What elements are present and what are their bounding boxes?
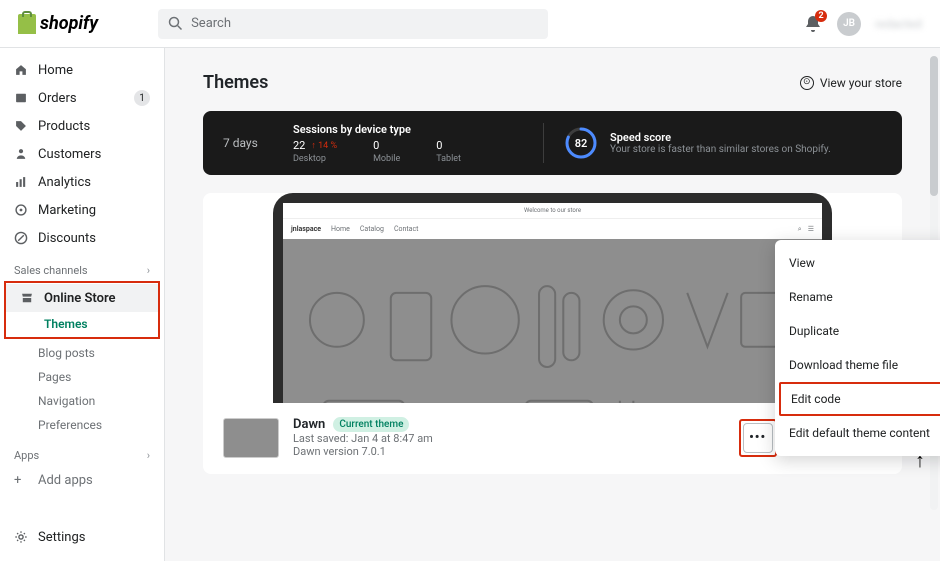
chevron-right-icon: ›: [147, 264, 150, 277]
dropdown-edit-content[interactable]: Edit default theme content: [775, 416, 940, 450]
dropdown-edit-code[interactable]: Edit code: [779, 382, 940, 416]
sidebar-item-home[interactable]: Home: [0, 56, 164, 84]
annotation-online-store: Online Store Themes: [4, 281, 160, 339]
search-placeholder: Search: [191, 16, 231, 31]
current-theme-badge: Current theme: [333, 417, 409, 432]
sidebar-subitem-preferences[interactable]: Preferences: [0, 413, 164, 437]
theme-actions-dropdown: View Rename Duplicate Download theme fil…: [775, 240, 940, 456]
more-actions-button[interactable]: •••: [743, 423, 773, 453]
sidebar-item-customers[interactable]: Customers: [0, 140, 164, 168]
search-input[interactable]: Search: [158, 9, 548, 39]
brand-name: shopify: [40, 13, 98, 34]
device-desktop: 22↑ 14 %Desktop: [293, 139, 337, 164]
sidebar-subitem-pages[interactable]: Pages: [0, 365, 164, 389]
sidebar-subitem-blog[interactable]: Blog posts: [0, 341, 164, 365]
annotation-more-button: •••: [739, 419, 777, 457]
notifications-bell[interactable]: 2: [803, 14, 823, 34]
stats-card: 7 days Sessions by device type 22↑ 14 %D…: [203, 111, 902, 175]
home-icon: [14, 63, 28, 77]
gear-icon: [14, 530, 28, 544]
sidebar-item-products[interactable]: Products: [0, 112, 164, 140]
view-store-link[interactable]: ⊙View your store: [800, 76, 902, 90]
search-icon: [168, 16, 183, 31]
sidebar-item-analytics[interactable]: Analytics: [0, 168, 164, 196]
speed-score-value: 82: [564, 126, 598, 160]
user-name: redacted: [875, 17, 922, 31]
store-icon: [20, 291, 34, 305]
sidebar-item-discounts[interactable]: Discounts: [0, 224, 164, 252]
sidebar: Home Orders1 Products Customers Analytic…: [0, 48, 165, 561]
sidebar-subitem-themes[interactable]: Themes: [6, 312, 158, 336]
preview-hero: [283, 239, 822, 403]
orders-badge: 1: [134, 90, 150, 106]
stats-period: 7 days: [223, 136, 293, 150]
preview-nav: jnlaspace Home Catalog Contact ⌕☰: [283, 219, 822, 239]
main-content: Themes ⊙View your store 7 days Sessions …: [165, 48, 940, 561]
analytics-icon: [14, 175, 28, 189]
divider: [543, 123, 544, 163]
tag-icon: [14, 119, 28, 133]
topbar: shopify Search 2 JB redacted: [0, 0, 940, 48]
eye-icon: ⊙: [800, 76, 814, 90]
dropdown-duplicate[interactable]: Duplicate: [775, 314, 940, 348]
theme-preview[interactable]: Welcome to our store jnlaspace Home Cata…: [273, 193, 832, 403]
sidebar-item-settings[interactable]: Settings: [0, 523, 164, 551]
shopify-logo[interactable]: shopify: [18, 13, 98, 34]
device-sessions: Sessions by device type 22↑ 14 %Desktop …: [293, 123, 523, 164]
sidebar-item-add-apps[interactable]: +Add apps: [0, 466, 164, 494]
theme-thumbnail[interactable]: [223, 418, 279, 458]
discount-icon: [14, 231, 28, 245]
page-title: Themes: [203, 72, 268, 93]
device-mobile: 0Mobile: [373, 139, 400, 164]
chevron-right-icon: ›: [147, 449, 150, 462]
plus-icon: +: [14, 473, 28, 488]
apps-header[interactable]: Apps›: [0, 437, 164, 466]
dropdown-download[interactable]: Download theme file: [775, 348, 940, 382]
sidebar-subitem-navigation[interactable]: Navigation: [0, 389, 164, 413]
sales-channels-header[interactable]: Sales channels›: [0, 252, 164, 281]
sidebar-item-online-store[interactable]: Online Store: [6, 284, 158, 312]
scroll-thumb[interactable]: [930, 56, 938, 196]
shopify-bag-icon: [18, 14, 36, 34]
page-header: Themes ⊙View your store: [203, 72, 902, 93]
sidebar-item-orders[interactable]: Orders1: [0, 84, 164, 112]
theme-meta: DawnCurrent theme Last saved: Jan 4 at 8…: [293, 417, 433, 458]
topbar-right: 2 JB redacted: [803, 12, 922, 36]
notification-count: 2: [815, 10, 827, 22]
person-icon: [14, 147, 28, 161]
bag-icon: ☰: [808, 225, 814, 234]
preview-announce: Welcome to our store: [283, 203, 822, 219]
target-icon: [14, 203, 28, 217]
speed-score: 82 Speed score Your store is faster than…: [564, 126, 831, 160]
dropdown-view[interactable]: View: [775, 246, 940, 280]
search-icon: ⌕: [798, 225, 802, 234]
dropdown-rename[interactable]: Rename: [775, 280, 940, 314]
sidebar-item-marketing[interactable]: Marketing: [0, 196, 164, 224]
avatar[interactable]: JB: [837, 12, 861, 36]
device-tablet: 0Tablet: [436, 139, 461, 164]
orders-icon: [14, 91, 28, 105]
